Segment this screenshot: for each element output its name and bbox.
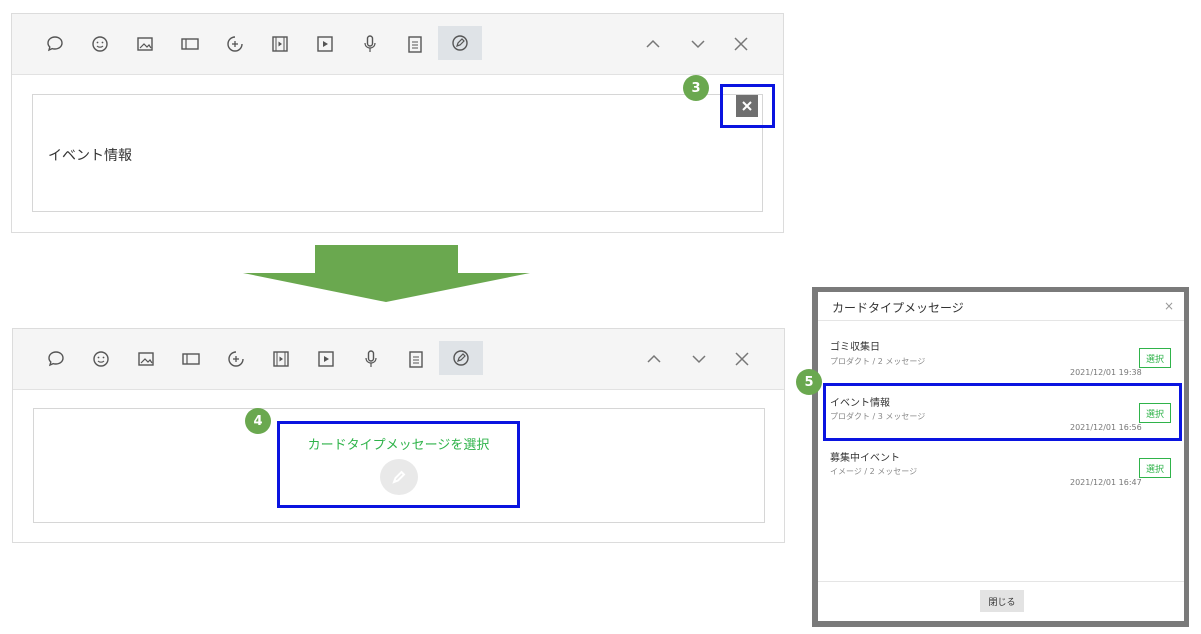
- card-icon[interactable]: [174, 342, 208, 376]
- speech-bubble-icon[interactable]: [39, 342, 73, 376]
- video-icon[interactable]: [264, 342, 298, 376]
- close-icon[interactable]: [725, 342, 759, 376]
- microphone-icon[interactable]: [354, 342, 388, 376]
- card-content-area: イベント情報: [32, 94, 763, 212]
- image-icon[interactable]: [128, 27, 162, 61]
- smiley-icon[interactable]: [83, 27, 117, 61]
- step-badge-5: 5: [796, 369, 822, 395]
- message-toolbar: [13, 329, 784, 390]
- card-icon[interactable]: [173, 27, 207, 61]
- chevron-down-icon[interactable]: [682, 342, 716, 376]
- modal-title: カードタイプメッセージ: [832, 301, 964, 315]
- down-arrow: [243, 245, 530, 302]
- highlight-box-5: [823, 383, 1182, 441]
- message-toolbar: [12, 14, 783, 75]
- card-message-icon[interactable]: [438, 26, 482, 60]
- close-icon: [742, 101, 752, 111]
- step-badge-3: 3: [683, 75, 709, 101]
- step-badge-4: 4: [245, 408, 271, 434]
- select-card-message-text: カードタイプメッセージを選択: [307, 438, 490, 453]
- clipboard-icon[interactable]: [399, 342, 433, 376]
- card-item-title: ゴミ収集日: [830, 342, 880, 353]
- modal-close-icon[interactable]: ×: [1164, 299, 1174, 313]
- delete-card-button[interactable]: [736, 95, 758, 117]
- select-button[interactable]: 選択: [1139, 348, 1171, 368]
- card-item-sub: プロダクト / 2 メッセージ: [830, 357, 926, 366]
- select-card-message-link[interactable]: カードタイプメッセージを選択: [283, 434, 514, 502]
- smiley-icon[interactable]: [84, 342, 118, 376]
- card-message-icon[interactable]: [439, 341, 483, 375]
- select-button[interactable]: 選択: [1139, 458, 1171, 478]
- chevron-down-icon[interactable]: [681, 27, 715, 61]
- play-icon[interactable]: [309, 342, 343, 376]
- clipboard-icon[interactable]: [398, 27, 432, 61]
- top-editor-panel: イベント情報: [11, 13, 784, 233]
- card-item-date: 2021/12/01 19:38: [1070, 368, 1142, 377]
- sticker-icon[interactable]: [218, 27, 252, 61]
- play-icon[interactable]: [308, 27, 342, 61]
- chevron-up-icon[interactable]: [636, 27, 670, 61]
- card-item-sub: イメージ / 2 メッセージ: [830, 467, 918, 476]
- video-icon[interactable]: [263, 27, 297, 61]
- card-item-date: 2021/12/01 16:47: [1070, 478, 1142, 487]
- card-title-text: イベント情報: [48, 148, 132, 164]
- close-icon[interactable]: [724, 27, 758, 61]
- edit-pencil-icon: [380, 459, 418, 495]
- microphone-icon[interactable]: [353, 27, 387, 61]
- image-icon[interactable]: [129, 342, 163, 376]
- card-message-modal: カードタイプメッセージ × ゴミ収集日 プロダクト / 2 メッセージ 2021…: [818, 292, 1184, 621]
- sticker-icon[interactable]: [219, 342, 253, 376]
- card-item-title: 募集中イベント: [830, 453, 900, 464]
- modal-close-button[interactable]: 閉じる: [980, 590, 1024, 612]
- modal-header-divider: [818, 320, 1184, 321]
- speech-bubble-icon[interactable]: [38, 27, 72, 61]
- modal-footer-divider: [818, 581, 1184, 582]
- chevron-up-icon[interactable]: [637, 342, 671, 376]
